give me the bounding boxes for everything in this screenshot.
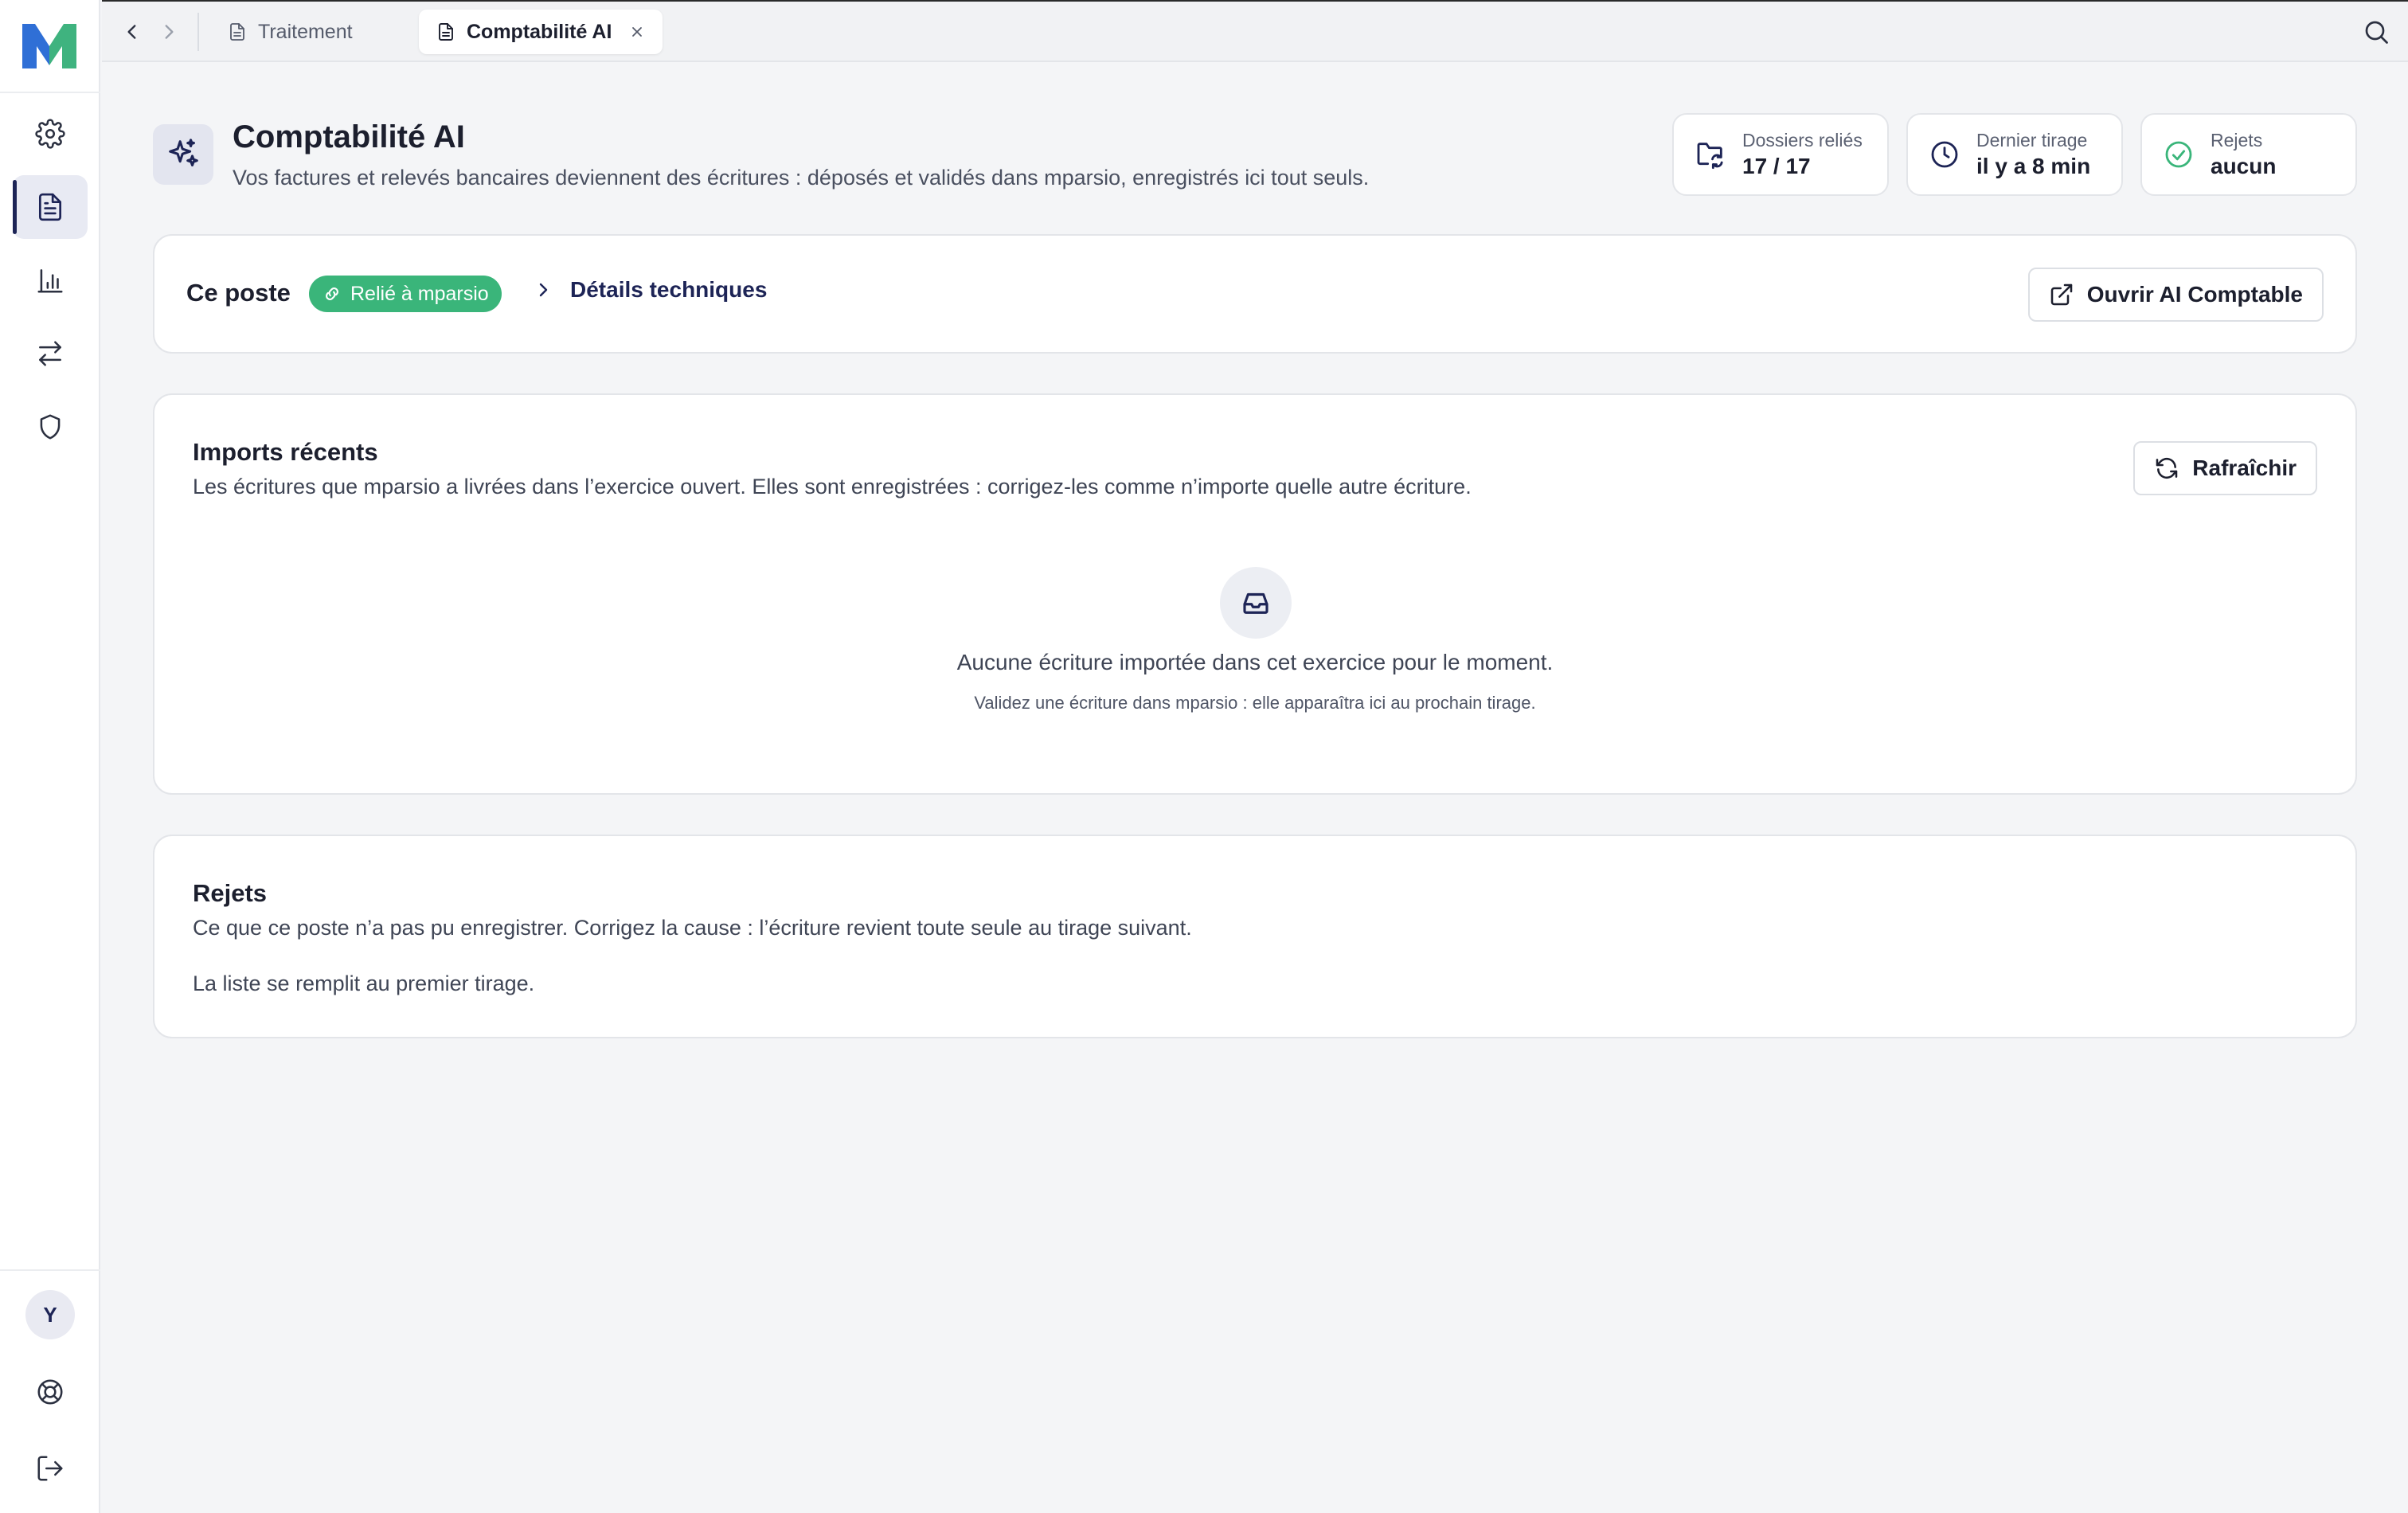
details-techniques-toggle[interactable]: Détails techniques [534,277,767,303]
sidebar: Y [0,0,100,1513]
page-title: Comptabilité AI [233,119,465,154]
chevron-right-icon [165,25,174,39]
tab-separator [197,13,199,51]
stat-label: Dossiers reliés [1742,130,1863,151]
m-logo-icon [22,24,76,68]
sidebar-item-reports[interactable] [13,248,88,312]
empty-state-message: Aucune écriture importée dans cet exerci… [956,650,1554,674]
stat-value: 17 / 17 [1742,154,1811,178]
imports-title: Imports récents [193,438,378,466]
tab-label: Traitement [258,20,353,43]
logout-icon [37,1456,63,1481]
arrows-swap-icon [39,341,61,366]
button-label: Rafraîchir [2192,455,2297,480]
lifebuoy-icon [37,1379,63,1405]
close-icon[interactable] [629,24,645,40]
inbox-icon [1243,592,1268,614]
sidebar-item-settings[interactable] [13,102,88,166]
search-button[interactable] [2359,14,2394,49]
empty-state-icon [1220,567,1292,639]
gear-icon [35,119,65,149]
sidebar-bottom-divider [0,1269,100,1271]
poste-label: Ce poste [186,279,291,307]
status-badge: Relié à mparsio [309,276,502,312]
forward-button[interactable] [153,16,185,48]
rejets-description: Ce que ce poste n’a pas pu enregistrer. … [193,916,1192,940]
check-circle-icon [2165,141,2192,168]
stat-dernier-tirage: Dernier tirage il y a 8 min [1906,113,2123,196]
bar-chart-icon [37,269,63,293]
app-window: Y Traitement Comptabilité AI Comptabilit… [0,0,2408,1513]
empty-state-hint: Validez une écriture dans mparsio : elle… [974,693,1536,713]
back-button[interactable] [116,16,148,48]
sidebar-item-transfers[interactable] [13,322,88,385]
stat-label: Rejets [2211,130,2263,151]
button-label: Ouvrir AI Comptable [2086,282,2303,307]
folder-sync-icon [1697,143,1723,170]
stat-label: Dernier tirage [1976,130,2088,151]
rejets-title: Rejets [193,879,268,907]
rejets-empty-message: La liste se remplit au premier tirage. [193,972,535,995]
help-button[interactable] [30,1372,70,1412]
refresh-icon [2156,457,2178,479]
chevron-left-icon [127,25,136,39]
page-icon [153,124,213,185]
rejets-card: Rejets Ce que ce poste n’a pas pu enregi… [153,835,2357,1038]
sparkles-icon [169,139,198,166]
sidebar-item-security[interactable] [13,395,88,459]
stat-value: aucun [2211,154,2277,178]
imports-card: Imports récents Les écritures que mparsi… [153,393,2357,795]
sidebar-item-documents[interactable] [13,175,88,239]
shield-icon [40,414,61,440]
badge-label: Relié à mparsio [350,282,489,305]
sidebar-divider [0,92,100,93]
stat-rejets: Rejets aucun [2140,113,2357,196]
stat-value: il y a 8 min [1976,154,2091,178]
document-icon [230,23,244,41]
clock-icon [1931,141,1958,168]
poste-card: Ce poste Relié à mparsio Détails techniq… [153,234,2357,354]
link-icon [326,287,338,300]
refresh-button[interactable]: Rafraîchir [2133,441,2317,495]
open-ai-comptable-button[interactable]: Ouvrir AI Comptable [2027,268,2324,322]
search-icon [2365,21,2388,44]
document-icon [38,193,62,221]
tab-label: Comptabilité AI [467,20,612,43]
logout-button[interactable] [30,1448,70,1488]
top-bar: Traitement Comptabilité AI [102,0,2408,62]
chevron-right-icon [539,283,548,297]
brand-logo[interactable] [19,19,80,72]
details-link-label: Détails techniques [570,277,768,302]
page-subtitle: Vos factures et relevés bancaires devien… [233,166,1370,190]
avatar[interactable]: Y [25,1290,75,1339]
external-link-icon [2050,283,2073,306]
tab-comptabilite-ai[interactable]: Comptabilité AI [419,10,663,54]
document-icon [439,23,453,41]
stat-dossiers-relies: Dossiers reliés 17 / 17 [1672,113,1889,196]
tab-traitement[interactable]: Traitement [210,10,370,54]
imports-description: Les écritures que mparsio a livrées dans… [193,475,1472,498]
